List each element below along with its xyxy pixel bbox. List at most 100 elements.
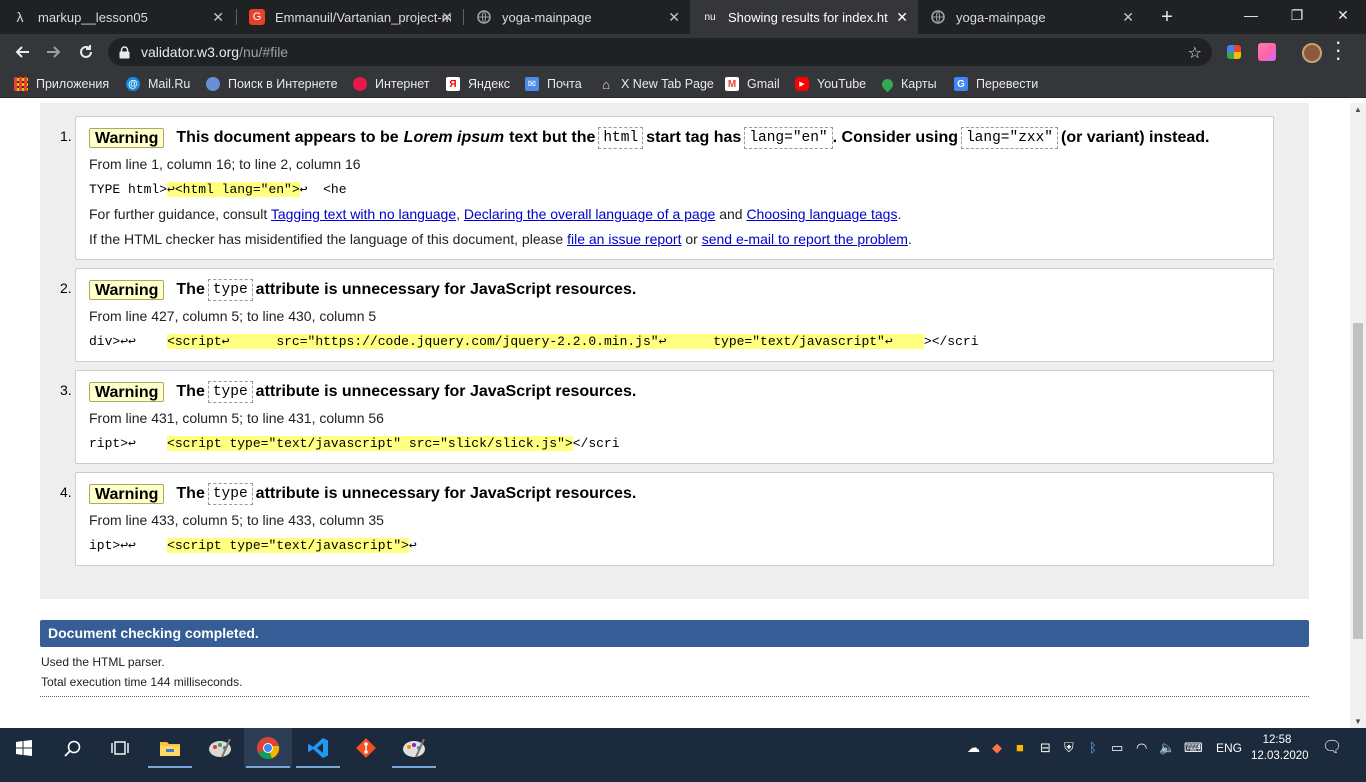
tab-yoga-mainpage-2[interactable]: yoga-mainpage ✕ <box>918 0 1144 34</box>
git-button[interactable] <box>342 728 390 768</box>
url-path: /nu/#file <box>239 44 289 60</box>
search-button[interactable] <box>48 728 96 768</box>
address-bar[interactable]: validator.w3.org/nu/#file ☆ <box>108 38 1212 66</box>
link-declaring-language[interactable]: Declaring the overall language of a page <box>464 206 715 222</box>
onedrive-icon[interactable]: ☁ <box>967 740 980 756</box>
bookmark-label: Яндекс <box>468 77 511 91</box>
network-adapter-icon[interactable]: ⊟ <box>1040 740 1051 756</box>
wifi-icon[interactable]: ◠ <box>1136 740 1147 756</box>
extract-pre: ript>↩ <box>89 436 168 451</box>
code-type: type <box>207 381 253 403</box>
chrome-button[interactable] <box>244 728 292 768</box>
git-icon <box>356 738 376 758</box>
keyboard-icon[interactable]: ⌨ <box>1184 740 1203 756</box>
extract-pre: TYPE html> <box>89 182 168 197</box>
issue-prefix: If the HTML checker has misidentified th… <box>89 231 564 247</box>
new-tab-button[interactable]: + <box>1154 4 1180 30</box>
file-explorer-button[interactable] <box>146 728 194 768</box>
shield-icon[interactable]: ⛨ <box>1064 740 1074 756</box>
vscode-button[interactable] <box>294 728 342 768</box>
link-choosing-tags[interactable]: Choosing language tags <box>746 206 897 222</box>
bookmark-new-tab-page[interactable]: ⌂ X New Tab Page <box>599 70 714 98</box>
link-file-issue[interactable]: file an issue report <box>567 231 681 247</box>
heading-text: text but the <box>509 129 596 146</box>
close-window-button[interactable]: ✕ <box>1320 0 1366 30</box>
extension-pink-icon[interactable] <box>1258 43 1276 61</box>
forward-button[interactable] <box>41 39 67 65</box>
close-icon[interactable]: ✕ <box>1122 9 1134 26</box>
mail-icon: ✉ <box>525 77 539 91</box>
scrollbar-thumb[interactable] <box>1353 323 1363 639</box>
bluetooth-icon[interactable]: ᛒ <box>1089 740 1097 755</box>
close-icon[interactable]: ✕ <box>212 9 224 26</box>
paint-alt-icon <box>403 738 425 758</box>
heading-text: attribute is unnecessary for JavaScript … <box>255 485 637 502</box>
maximize-button[interactable]: ❐ <box>1274 0 1320 30</box>
bookmark-gmail[interactable]: M Gmail <box>725 70 780 98</box>
tab-yoga-mainpage-1[interactable]: yoga-mainpage ✕ <box>464 0 690 34</box>
bookmark-mail[interactable]: ✉ Почта <box>525 70 582 98</box>
language-indicator[interactable]: ENG <box>1216 741 1242 755</box>
bookmark-yandex[interactable]: Я Яндекс <box>446 70 510 98</box>
link-tagging-text[interactable]: Tagging text with no language <box>271 206 456 222</box>
browser-toolbar: validator.w3.org/nu/#file ☆ <box>0 34 1366 70</box>
bookmark-star-icon[interactable]: ☆ <box>1188 43 1202 63</box>
task-view-button[interactable] <box>96 728 144 768</box>
tab-title: yoga-mainpage <box>956 9 1046 25</box>
start-button[interactable] <box>0 728 48 768</box>
heading-text: This document appears to be <box>176 129 399 146</box>
apps-grid-icon <box>14 77 28 91</box>
close-icon[interactable]: ✕ <box>668 9 680 26</box>
bookmarks-bar: Приложения @ Mail.Ru Поиск в Интернете И… <box>0 70 1366 98</box>
close-icon[interactable]: ✕ <box>896 9 908 26</box>
paint-icon <box>209 738 231 758</box>
heading-text: . Consider using <box>832 129 958 146</box>
warning-badge: Warning <box>89 128 165 148</box>
paint-button[interactable] <box>196 728 244 768</box>
heading-text: The <box>176 383 205 400</box>
heading-text: (or variant) instead. <box>1061 129 1210 146</box>
system-clock[interactable]: 12:58 12.03.2020 <box>1251 732 1309 764</box>
separator: or <box>685 231 698 247</box>
warning-badge: Warning <box>89 280 165 300</box>
profile-avatar[interactable] <box>1302 43 1322 63</box>
reload-button[interactable] <box>73 39 99 65</box>
guidance-prefix: For further guidance, consult <box>89 206 268 222</box>
tray-ai-icon[interactable]: ■ <box>1016 740 1024 755</box>
bookmark-search-web[interactable]: Поиск в Интернете <box>206 70 338 98</box>
tab-validator-results[interactable]: nu Showing results for index.html ✕ <box>690 0 918 34</box>
message-number: 3. <box>60 382 72 398</box>
bookmark-label: Перевести <box>976 77 1039 91</box>
gmail-icon: M <box>725 77 739 91</box>
extension-icon[interactable] <box>1227 45 1241 59</box>
page-viewport: 1. Warning This document appears to be L… <box>0 103 1350 728</box>
paint-alt-button[interactable] <box>390 728 438 768</box>
nu-icon: nu <box>702 9 718 25</box>
bookmark-youtube[interactable]: ▶ YouTube <box>795 70 866 98</box>
link-send-email[interactable]: send e-mail to report the problem <box>702 231 908 247</box>
notifications-icon[interactable]: 🗨 <box>1322 737 1342 757</box>
menu-icon[interactable]: · · · <box>1336 36 1341 68</box>
extract-post: ↩ <box>408 538 417 553</box>
message-location: From line 427, column 5; to line 430, co… <box>89 308 377 324</box>
bookmark-translate[interactable]: G Перевести <box>954 70 1038 98</box>
minimize-button[interactable]: — <box>1228 0 1274 30</box>
battery-icon[interactable]: ▭ <box>1111 740 1123 756</box>
bookmark-internet[interactable]: Интернет <box>353 70 430 98</box>
page-scrollbar[interactable]: ▲ ▼ <box>1350 103 1366 728</box>
bookmark-apps[interactable]: Приложения <box>14 70 109 98</box>
scroll-down-arrow-icon[interactable]: ▼ <box>1354 717 1362 726</box>
tab-markup-lesson05[interactable]: λ markup__lesson05 ✕ <box>0 0 234 34</box>
code-extract: ipt>↩↩ <script type="text/javascript">↩ <box>89 538 417 553</box>
tab-gitlab-project[interactable]: G Emmanuil/Vartanian_project-m ✕ <box>237 0 463 34</box>
close-icon[interactable]: ✕ <box>441 9 453 26</box>
code-type: type <box>207 483 253 505</box>
back-button[interactable] <box>9 39 35 65</box>
bookmark-mailru[interactable]: @ Mail.Ru <box>126 70 190 98</box>
scroll-up-arrow-icon[interactable]: ▲ <box>1354 105 1362 114</box>
volume-icon[interactable]: 🔈 <box>1159 740 1175 756</box>
home-icon: ⌂ <box>602 76 610 92</box>
bookmark-maps[interactable]: Карты <box>879 70 937 98</box>
tray-app-icon[interactable]: ◆ <box>992 740 1002 756</box>
tab-title: Emmanuil/Vartanian_project-m <box>275 9 451 25</box>
